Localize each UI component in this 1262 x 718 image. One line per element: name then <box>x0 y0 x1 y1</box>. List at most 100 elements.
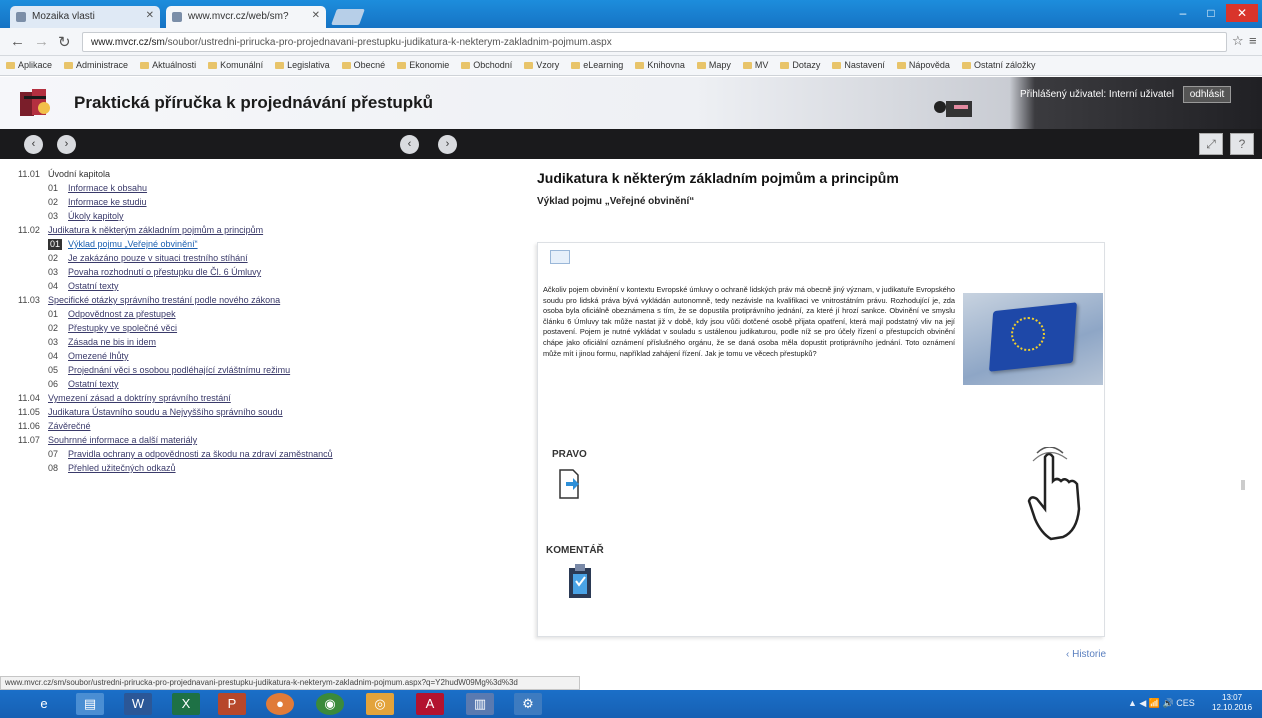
toc-item[interactable]: 01 Odpovědnost za přestupek <box>18 309 363 320</box>
word-icon[interactable]: W <box>124 693 152 715</box>
close-tab-icon[interactable]: ✕ <box>312 10 320 21</box>
forward-icon[interactable]: → <box>34 33 49 50</box>
toc-item[interactable]: 03 Zásada ne bis in idem <box>18 337 363 348</box>
next-page-button[interactable]: › <box>438 135 457 154</box>
bookmark-item[interactable]: Ekonomie <box>397 60 449 70</box>
bookmark-item[interactable]: eLearning <box>571 60 623 70</box>
bookmark-item[interactable]: Aktuálnosti <box>140 60 196 70</box>
bookmark-star-icon[interactable]: ☆ <box>1232 33 1244 49</box>
toc-item-label[interactable]: Vymezení zásad a doktríny správního tres… <box>48 393 231 403</box>
menu-icon[interactable]: ≡ <box>1249 33 1257 48</box>
document-arrow-icon[interactable] <box>558 469 580 499</box>
toc-item-label[interactable]: Informace k obsahu <box>68 183 147 193</box>
bookmark-item[interactable]: Obecné <box>341 60 385 70</box>
toc-item-label[interactable]: Odpovědnost za přestupek <box>68 309 176 319</box>
toc-item[interactable]: 04 Omezené lhůty <box>18 351 363 362</box>
toc-item[interactable]: 07 Pravidla ochrany a odpovědnosti za ško… <box>18 449 363 460</box>
bookmark-item[interactable]: Nastavení <box>832 60 885 70</box>
toc-item[interactable]: 11.04 Vymezení zásad a doktríny správního… <box>18 393 363 404</box>
firefox-icon[interactable]: ● <box>266 693 294 715</box>
close-window-button[interactable]: ✕ <box>1226 4 1258 22</box>
excel-icon[interactable]: X <box>172 693 200 715</box>
toc-item[interactable]: 11.01 Úvodní kapitola <box>18 169 363 180</box>
page-icon[interactable] <box>550 250 570 264</box>
toc-item[interactable]: 08 Přehled užitečných odkazů <box>18 463 363 474</box>
settings-icon[interactable]: ⚙ <box>514 693 542 715</box>
toc-item-label[interactable]: Projednání věci s osobou podléhající zvl… <box>68 365 290 375</box>
help-button[interactable]: ? <box>1230 133 1254 155</box>
bookmark-item[interactable]: MV <box>742 60 768 70</box>
browser-tab[interactable]: Mozaika vlasti ✕ <box>10 6 160 28</box>
clock[interactable]: 13:07 12.10.2016 <box>1212 693 1252 713</box>
toc-item[interactable]: 02 Přestupky ve společné věci <box>18 323 363 334</box>
toc-item-label[interactable]: Ostatní texty <box>68 379 119 389</box>
reload-icon[interactable]: ↻ <box>58 33 71 51</box>
toc-item[interactable]: 11.07 Souhrnné informace a další materiál… <box>18 435 363 446</box>
maximize-button[interactable]: □ <box>1198 4 1224 22</box>
toc-item[interactable]: 11.03 Specifické otázky správního trestán… <box>18 295 363 306</box>
media-icon[interactable]: ◎ <box>366 693 394 715</box>
toc-item[interactable]: 11.05 Judikatura Ústavního soudu a Nejvyš… <box>18 407 363 418</box>
toc-item-label[interactable]: Úvodní kapitola <box>48 169 110 179</box>
bookmark-item[interactable]: Ostatní záložky <box>961 60 1035 70</box>
new-tab-button[interactable] <box>331 9 365 25</box>
ie-icon[interactable]: e <box>30 693 58 715</box>
address-bar[interactable]: www.mvcr.cz/sm/soubor/ustredni-prirucka-… <box>82 32 1227 52</box>
scroll-indicator[interactable] <box>1241 480 1245 490</box>
toc-item-label[interactable]: Přestupky ve společné věci <box>68 323 177 333</box>
toc-item[interactable]: 02 Informace ke studiu <box>18 197 363 208</box>
toc-item-label[interactable]: Judikatura k některým základním pojmům a… <box>48 225 263 235</box>
toc-item-label[interactable]: Závěrečné <box>48 421 91 431</box>
browser-tab-active[interactable]: www.mvcr.cz/web/sm? ✕ <box>166 6 326 28</box>
toc-item[interactable]: 01 Informace k obsahu <box>18 183 363 194</box>
toc-item-label[interactable]: Přehled užitečných odkazů <box>68 463 176 473</box>
bookmark-item[interactable]: Nápověda <box>896 60 950 70</box>
notes-icon[interactable]: ▥ <box>466 693 494 715</box>
toc-item-label[interactable]: Je zakázáno pouze v situaci trestního st… <box>68 253 248 263</box>
back-icon[interactable]: ← <box>10 33 25 50</box>
fullscreen-button[interactable]: ⤢ <box>1199 133 1223 155</box>
toc-item-label[interactable]: Zásada ne bis in idem <box>68 337 156 347</box>
toc-item-label[interactable]: Pravidla ochrany a odpovědnosti za škodu… <box>68 449 333 459</box>
toc-item-label[interactable]: Ostatní texty <box>68 281 119 291</box>
toc-item[interactable]: 06 Ostatní texty <box>18 379 363 390</box>
toc-item-label[interactable]: Informace ke studiu <box>68 197 147 207</box>
toc-item[interactable]: 03 Povaha rozhodnutí o přestupku dle Čl. … <box>18 267 363 278</box>
bookmark-item[interactable]: Legislativa <box>275 60 330 70</box>
acrobat-icon[interactable]: A <box>416 693 444 715</box>
bookmark-item[interactable]: Knihovna <box>635 60 685 70</box>
bookmark-item[interactable]: Obchodní <box>461 60 512 70</box>
file-explorer-icon[interactable]: ▤ <box>76 693 104 715</box>
toc-item-label[interactable]: Souhrnné informace a další materiály <box>48 435 197 445</box>
toc-item-label[interactable]: Úkoly kapitoly <box>68 211 124 221</box>
logout-button[interactable]: odhlásit <box>1182 86 1232 103</box>
prev-page-button[interactable]: ‹ <box>400 135 419 154</box>
chrome-icon[interactable]: ◉ <box>316 693 344 715</box>
toc-item[interactable]: 05 Projednání věci s osobou podléhající z… <box>18 365 363 376</box>
close-tab-icon[interactable]: ✕ <box>146 10 154 21</box>
powerpoint-icon[interactable]: P <box>218 693 246 715</box>
toc-item-label[interactable]: Judikatura Ústavního soudu a Nejvyššího … <box>48 407 283 417</box>
toc-item[interactable]: 03 Úkoly kapitoly <box>18 211 363 222</box>
toc-item-selected[interactable]: 01 Výklad pojmu „Veřejné obvinění“ <box>18 239 363 250</box>
toc-item-label[interactable]: Specifické otázky správního trestání pod… <box>48 295 280 305</box>
bookmark-item[interactable]: Mapy <box>696 60 731 70</box>
toc-item-label[interactable]: Povaha rozhodnutí o přestupku dle Čl. 6 … <box>68 267 261 277</box>
toc-item-label[interactable]: Výklad pojmu „Veřejné obvinění“ <box>68 239 198 249</box>
toc-item[interactable]: 04 Ostatní texty <box>18 281 363 292</box>
bookmark-item[interactable]: Dotazy <box>780 60 820 70</box>
toc-item[interactable]: 11.02 Judikatura k některým základním poj… <box>18 225 363 236</box>
collapse-all-button[interactable]: ‹ <box>24 135 43 154</box>
bookmark-item[interactable]: Aplikace <box>6 60 52 70</box>
minimize-button[interactable]: – <box>1170 4 1196 22</box>
bookmark-item[interactable]: Vzory <box>524 60 559 70</box>
toc-item-label[interactable]: Omezené lhůty <box>68 351 129 361</box>
toc-item[interactable]: 02 Je zakázáno pouze v situaci trestního … <box>18 253 363 264</box>
expand-all-button[interactable]: › <box>57 135 76 154</box>
clipboard-icon[interactable] <box>566 563 594 599</box>
bookmark-item[interactable]: Komunální <box>208 60 263 70</box>
system-tray[interactable]: ▲ ◀ 📶 🔊 CES <box>1128 698 1195 709</box>
toc-item[interactable]: 11.06 Závěrečné <box>18 421 363 432</box>
history-link[interactable]: ‹ Historie <box>1066 649 1106 660</box>
bookmark-item[interactable]: Administrace <box>64 60 128 70</box>
